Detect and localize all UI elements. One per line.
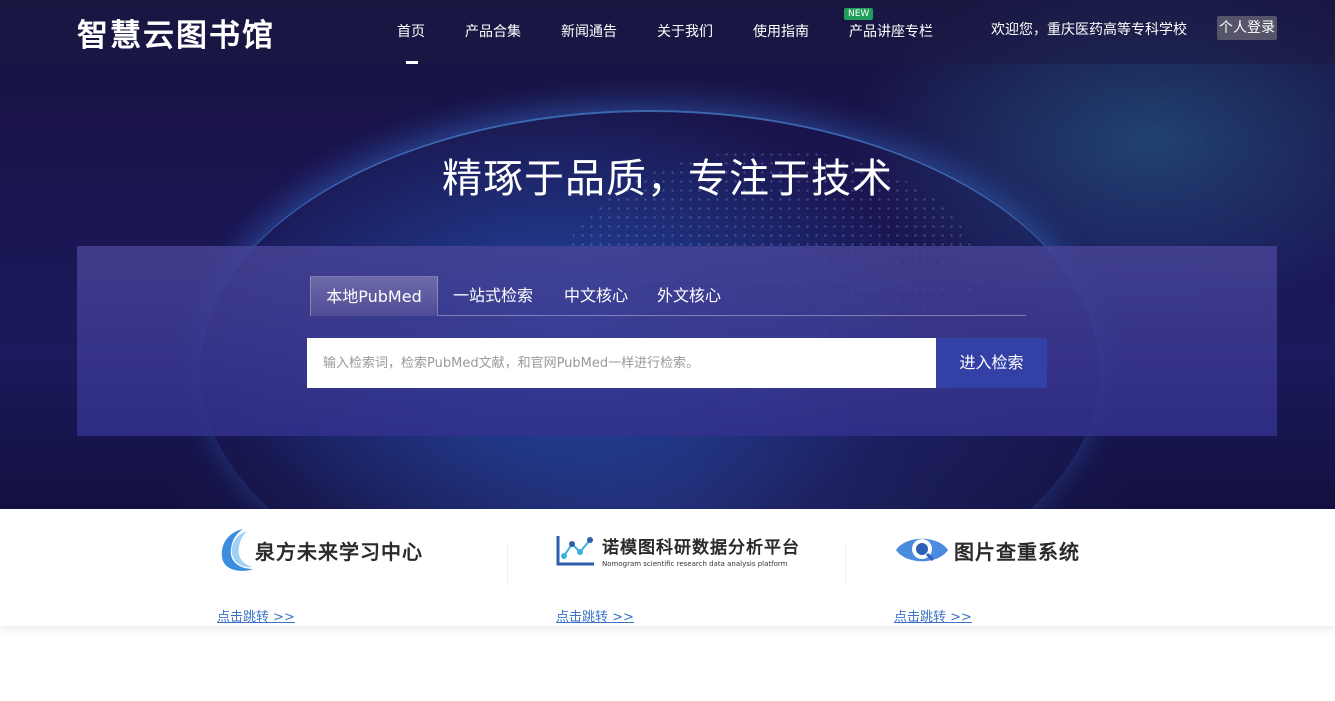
divider xyxy=(507,546,508,586)
personal-login-button[interactable]: 个人登录 xyxy=(1217,16,1277,40)
tab-one-stop-search[interactable]: 一站式检索 xyxy=(438,276,548,316)
hero-slogan: 精琢于品质，专注于技术 xyxy=(442,156,893,202)
hero-banner: 智慧云图书馆 首页 产品合集 新闻通告 关于我们 使用指南 产品讲座专栏 NEW… xyxy=(0,0,1335,509)
divider xyxy=(845,546,846,586)
card-jump-link[interactable]: 点击跳转 >> xyxy=(217,606,295,625)
product-links-band: 泉方未来学习中心 点击跳转 >> 诺模图科研数据分析平台 Nomogram sc… xyxy=(0,509,1335,626)
link-card-learning-center: 泉方未来学习中心 点击跳转 >> xyxy=(217,526,477,625)
card-title: 诺模图科研数据分析平台 xyxy=(602,537,800,558)
card-jump-link[interactable]: 点击跳转 >> xyxy=(894,606,972,625)
search-input[interactable] xyxy=(307,338,936,388)
nav-news[interactable]: 新闻通告 xyxy=(561,21,617,41)
card-subtitle: Nomogram scientific research data analys… xyxy=(602,559,788,568)
link-card-image-check: 图片查重系统 点击跳转 >> xyxy=(894,526,1114,625)
tab-foreign-core[interactable]: 外文核心 xyxy=(646,276,732,316)
tab-local-pubmed[interactable]: 本地PubMed xyxy=(310,276,438,316)
card-title: 泉方未来学习中心 xyxy=(255,539,423,564)
site-logo[interactable]: 智慧云图书馆 xyxy=(77,10,275,55)
welcome-text: 欢迎您，重庆医药高等专科学校 xyxy=(991,22,1187,38)
card-title: 图片查重系统 xyxy=(954,539,1080,564)
nav-about[interactable]: 关于我们 xyxy=(657,21,713,41)
nav-lectures[interactable]: 产品讲座专栏 xyxy=(849,21,933,41)
nav-guide[interactable]: 使用指南 xyxy=(753,21,809,41)
search-button[interactable]: 进入检索 xyxy=(936,338,1047,388)
nav-products[interactable]: 产品合集 xyxy=(465,21,521,41)
link-card-nomogram: 诺模图科研数据分析平台 Nomogram scientific research… xyxy=(556,526,816,625)
nomogram-chart-icon xyxy=(556,534,596,566)
eye-magnifier-icon xyxy=(894,533,950,567)
crescent-logo-icon xyxy=(217,527,253,573)
nav-active-indicator xyxy=(406,61,418,64)
search-panel: 本地PubMed 一站式检索 中文核心 外文核心 进入检索 xyxy=(77,246,1277,436)
tab-chinese-core[interactable]: 中文核心 xyxy=(554,276,638,316)
top-navigation-bar: 智慧云图书馆 首页 产品合集 新闻通告 关于我们 使用指南 产品讲座专栏 NEW… xyxy=(0,0,1335,64)
nav-home[interactable]: 首页 xyxy=(397,21,425,41)
new-badge: NEW xyxy=(844,8,874,20)
search-tabs: 本地PubMed 一站式检索 中文核心 外文核心 xyxy=(310,276,1026,316)
card-jump-link[interactable]: 点击跳转 >> xyxy=(556,606,634,625)
